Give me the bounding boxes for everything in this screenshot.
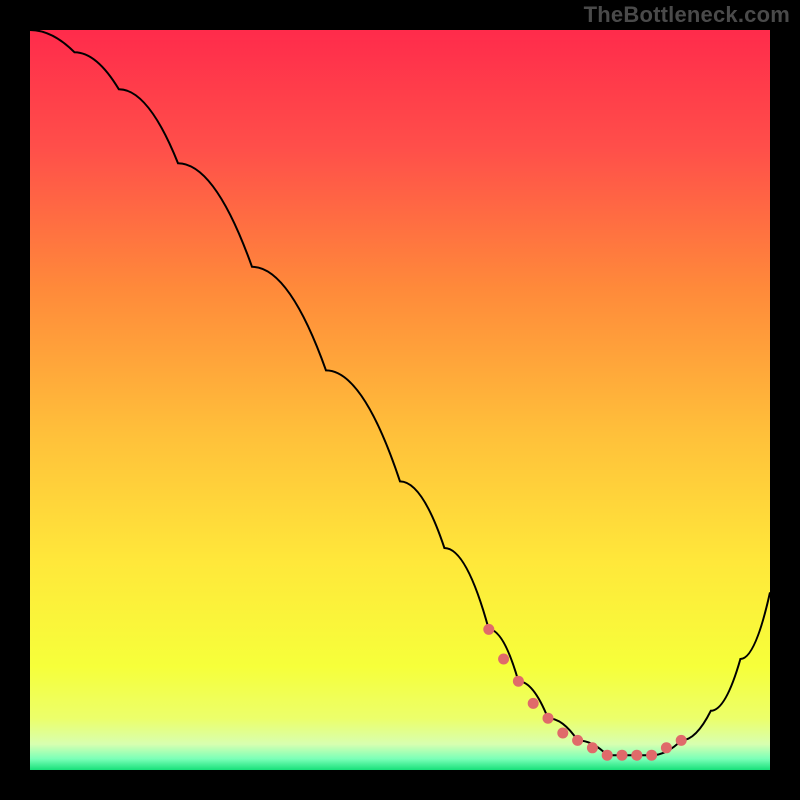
highlight-dot [483, 624, 494, 635]
highlight-dot [646, 750, 657, 761]
highlight-dot [602, 750, 613, 761]
highlight-dot [513, 676, 524, 687]
highlight-dot [587, 742, 598, 753]
highlight-dot [557, 728, 568, 739]
highlight-dot [631, 750, 642, 761]
highlight-dot [572, 735, 583, 746]
plot-area [30, 30, 770, 770]
gradient-background [30, 30, 770, 770]
highlight-dot [498, 654, 509, 665]
highlight-dot [661, 742, 672, 753]
highlight-dot [676, 735, 687, 746]
chart-frame: TheBottleneck.com [0, 0, 800, 800]
watermark-text: TheBottleneck.com [584, 2, 790, 28]
highlight-dot [543, 713, 554, 724]
highlight-dot [528, 698, 539, 709]
chart-svg [30, 30, 770, 770]
highlight-dot [617, 750, 628, 761]
